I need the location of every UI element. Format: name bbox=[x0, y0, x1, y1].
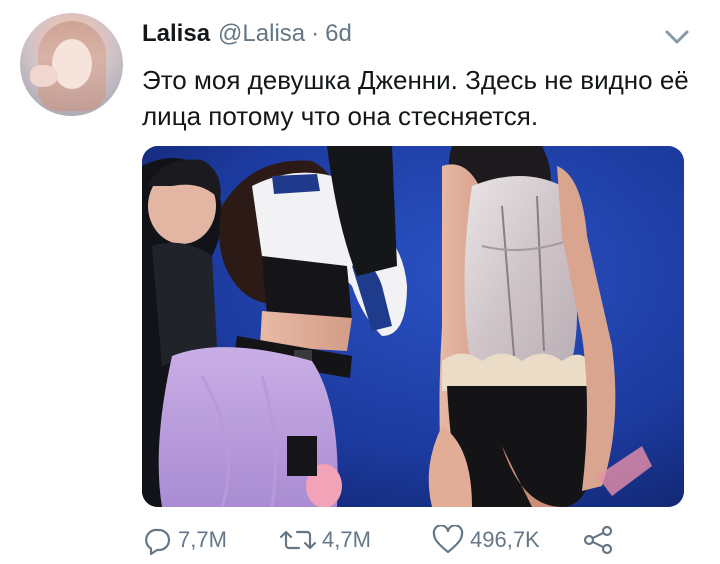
tweet-photo[interactable] bbox=[142, 146, 684, 507]
reply-count: 7,7M bbox=[178, 527, 227, 552]
display-name[interactable]: Lalisa bbox=[142, 20, 210, 48]
user-handle[interactable]: @Lalisa bbox=[218, 20, 305, 48]
concert-photo bbox=[142, 146, 684, 507]
timestamp[interactable]: 6d bbox=[325, 20, 352, 48]
avatar-face bbox=[52, 39, 92, 89]
avatar[interactable] bbox=[20, 13, 123, 116]
like-count: 496,7K bbox=[470, 527, 540, 552]
reply-icon bbox=[142, 525, 172, 555]
chevron-down-icon[interactable] bbox=[662, 26, 692, 48]
share-icon bbox=[582, 525, 614, 555]
heart-icon bbox=[432, 525, 464, 555]
retweet-count: 4,7M bbox=[322, 527, 371, 552]
reply-button[interactable]: 7,7M bbox=[142, 522, 227, 558]
like-button[interactable]: 496,7K bbox=[432, 522, 540, 558]
retweet-icon bbox=[280, 525, 316, 555]
tweet-actions: 7,7M 4,7M 496,7K bbox=[142, 522, 682, 558]
share-button[interactable] bbox=[582, 522, 614, 558]
separator-dot: · bbox=[311, 20, 320, 47]
avatar-hand bbox=[30, 65, 58, 87]
tweet-text: Это моя девушка Дженни. Здесь не видно е… bbox=[142, 65, 689, 131]
retweet-button[interactable]: 4,7M bbox=[280, 522, 371, 558]
tweet: Lalisa @Lalisa · 6d Это моя девушка Джен… bbox=[0, 0, 720, 564]
tweet-header: Lalisa @Lalisa · 6d bbox=[142, 20, 352, 52]
